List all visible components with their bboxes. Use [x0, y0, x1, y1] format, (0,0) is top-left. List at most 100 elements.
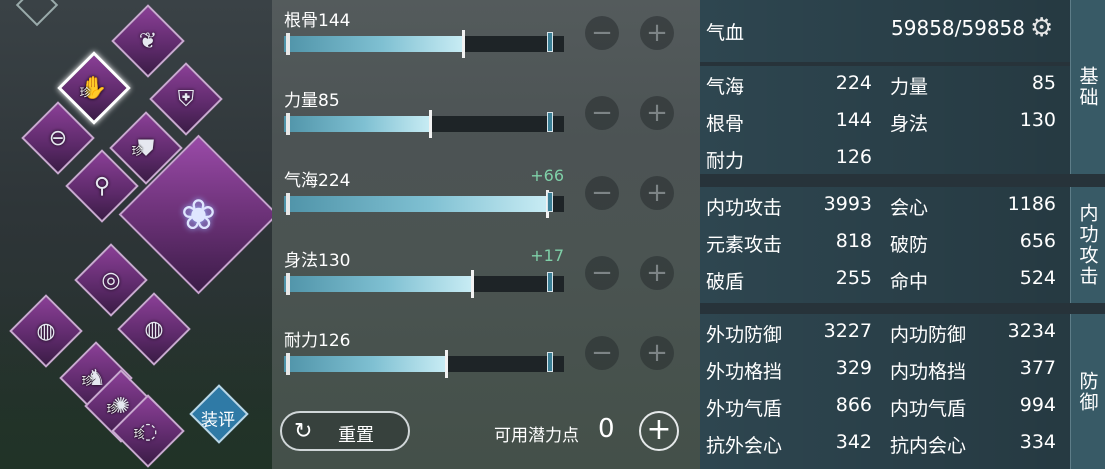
- gloves-icon: ✋: [80, 75, 108, 101]
- slider-cap-marker: [547, 272, 554, 292]
- equipment-rating-label: 装评: [200, 410, 235, 431]
- attribute-row: 力量85 − +: [272, 82, 700, 162]
- stat-value: 656: [1019, 230, 1056, 252]
- rare-tag: 珍: [79, 85, 91, 99]
- decrease-button[interactable]: −: [585, 176, 619, 210]
- stats-section: 内功攻击 3993 会心 1186 元素攻击 818 破防 656 破盾 255 命中 524: [700, 187, 1070, 303]
- attribute-bonus: +66: [530, 166, 564, 185]
- attribute-label: 力量85: [284, 91, 340, 111]
- attribute-slider[interactable]: [284, 190, 564, 218]
- belt-icon: ⊖: [48, 125, 68, 151]
- attribute-slider-fill: [284, 356, 447, 372]
- slider-cap-marker: [547, 112, 554, 132]
- bracelet-icon: ◎: [101, 267, 121, 293]
- equipment-rating-button[interactable]: 装评: [189, 384, 249, 444]
- ring-icon: ◍: [144, 316, 164, 342]
- increase-button[interactable]: +: [640, 336, 674, 370]
- stats-section: 气海 224 力量 85 根骨 144 身法 130 耐力 126: [700, 66, 1070, 174]
- stat-value: 144: [835, 109, 872, 131]
- attribute-slider-fill: [284, 116, 430, 132]
- attribute-row: 耐力126 − +: [272, 322, 700, 402]
- attribute-slider[interactable]: [284, 30, 564, 58]
- equipment-panel: ❦ ✋ 珍 ⛨ ⊖ ⛊ 珍 ⚲ ◎ ◍ ♞ 珍 ◍ ✺ 珍 ◌ 珍 ❀ 装评: [0, 0, 272, 469]
- stat-value: 994: [1019, 394, 1056, 416]
- stats-section-tab-label: 内功攻击: [1076, 203, 1099, 287]
- stats-section: 外功防御 3227 内功防御 3234 外功格挡 329 内功格挡 377 外功气盾 866 内功气…: [700, 314, 1070, 469]
- slider-cap-marker: [547, 352, 554, 372]
- stat-value: 377: [1019, 357, 1056, 379]
- decrease-button[interactable]: −: [585, 16, 619, 50]
- slider-handle[interactable]: [445, 350, 449, 378]
- increase-button[interactable]: +: [640, 16, 674, 50]
- hp-row: 气血 59858/59858 ⚙: [700, 0, 1070, 62]
- available-points-value: 0: [598, 414, 615, 444]
- hp-value: 59858/59858: [891, 16, 1025, 40]
- gear-icon[interactable]: ⚙: [1030, 13, 1053, 43]
- reset-label: 重置: [338, 425, 374, 446]
- stat-value: 224: [835, 72, 872, 94]
- stats-section-tab[interactable]: 防御: [1070, 314, 1105, 469]
- slider-handle[interactable]: [462, 30, 466, 58]
- stats-section-tab-label: 防御: [1076, 370, 1099, 413]
- attribute-row: 根骨144 − +: [272, 2, 700, 82]
- necklace-icon: ◌: [138, 418, 158, 444]
- rare-tag: 珍: [81, 374, 93, 388]
- character-stats-panel: 气血 59858/59858 ⚙ 气海 224 力量 85 根骨 144 身法 130 耐力 12…: [700, 0, 1105, 469]
- attribute-row: 气海224 +66 − +: [272, 162, 700, 242]
- attribute-allocation-panel: 根骨144− + 力量85− + 气海224 +66− + 身法130 +17− + 耐力126− +…: [272, 0, 700, 469]
- attribute-bonus: +17: [530, 246, 564, 265]
- attribute-label: 耐力126: [284, 331, 351, 351]
- decrease-button[interactable]: −: [585, 336, 619, 370]
- stat-value: 255: [835, 267, 872, 289]
- stat-value: 3234: [1007, 320, 1056, 342]
- bracer-icon: ⛨: [177, 86, 195, 112]
- attribute-label: 身法130: [284, 251, 351, 271]
- attribute-slider-fill: [284, 276, 472, 292]
- stats-section-tab[interactable]: 内功攻击: [1070, 187, 1105, 303]
- slider-cap-marker: [547, 32, 554, 52]
- stats-section-tab-label: 基础: [1076, 66, 1099, 108]
- stats-section-tab[interactable]: 基础: [1070, 0, 1105, 174]
- increase-button[interactable]: +: [640, 96, 674, 130]
- decrease-button[interactable]: −: [585, 256, 619, 290]
- stat-value: 1186: [1007, 193, 1056, 215]
- slider-start-marker: [286, 33, 290, 55]
- equipment-slot-hairpin[interactable]: ❦: [111, 4, 185, 78]
- stat-value: 866: [835, 394, 872, 416]
- stat-value: 126: [835, 146, 872, 168]
- slider-start-marker: [286, 273, 290, 295]
- increase-button[interactable]: +: [640, 256, 674, 290]
- slider-start-marker: [286, 353, 290, 375]
- slider-handle[interactable]: [470, 270, 474, 298]
- stat-value: 3993: [823, 193, 872, 215]
- slider-start-marker: [286, 113, 290, 135]
- attribute-slider[interactable]: [284, 350, 564, 378]
- stat-value: 130: [1019, 109, 1056, 131]
- stat-value: 85: [1031, 72, 1056, 94]
- attribute-slider-fill: [284, 36, 464, 52]
- slider-cap-marker: [547, 192, 554, 212]
- increase-button[interactable]: +: [640, 176, 674, 210]
- reset-icon: ↻: [294, 419, 313, 444]
- stat-value: 524: [1019, 267, 1056, 289]
- decrease-button[interactable]: −: [585, 96, 619, 130]
- stat-value: 3227: [823, 320, 872, 342]
- attribute-row: 身法130 +17 − +: [272, 242, 700, 322]
- slider-handle[interactable]: [428, 110, 432, 138]
- ring-icon: ◍: [36, 318, 56, 344]
- hairpin-icon: ❦: [138, 28, 158, 54]
- stat-value: 342: [835, 431, 872, 453]
- rare-tag: 珍: [131, 144, 143, 158]
- boots-icon: ⚲: [93, 173, 111, 199]
- fan-weapon-icon: ❀: [180, 190, 217, 239]
- rare-tag: 珍: [106, 402, 118, 416]
- stat-value: 329: [835, 357, 872, 379]
- attribute-slider-fill: [284, 196, 548, 212]
- attribute-slider[interactable]: [284, 270, 564, 298]
- stat-value: 818: [835, 230, 872, 252]
- attribute-slider[interactable]: [284, 110, 564, 138]
- reset-button[interactable]: ↻ 重置: [280, 411, 410, 451]
- equipment-slot-partial[interactable]: [15, 0, 59, 27]
- hp-label: 气血: [706, 22, 745, 44]
- add-points-button[interactable]: +: [639, 411, 679, 451]
